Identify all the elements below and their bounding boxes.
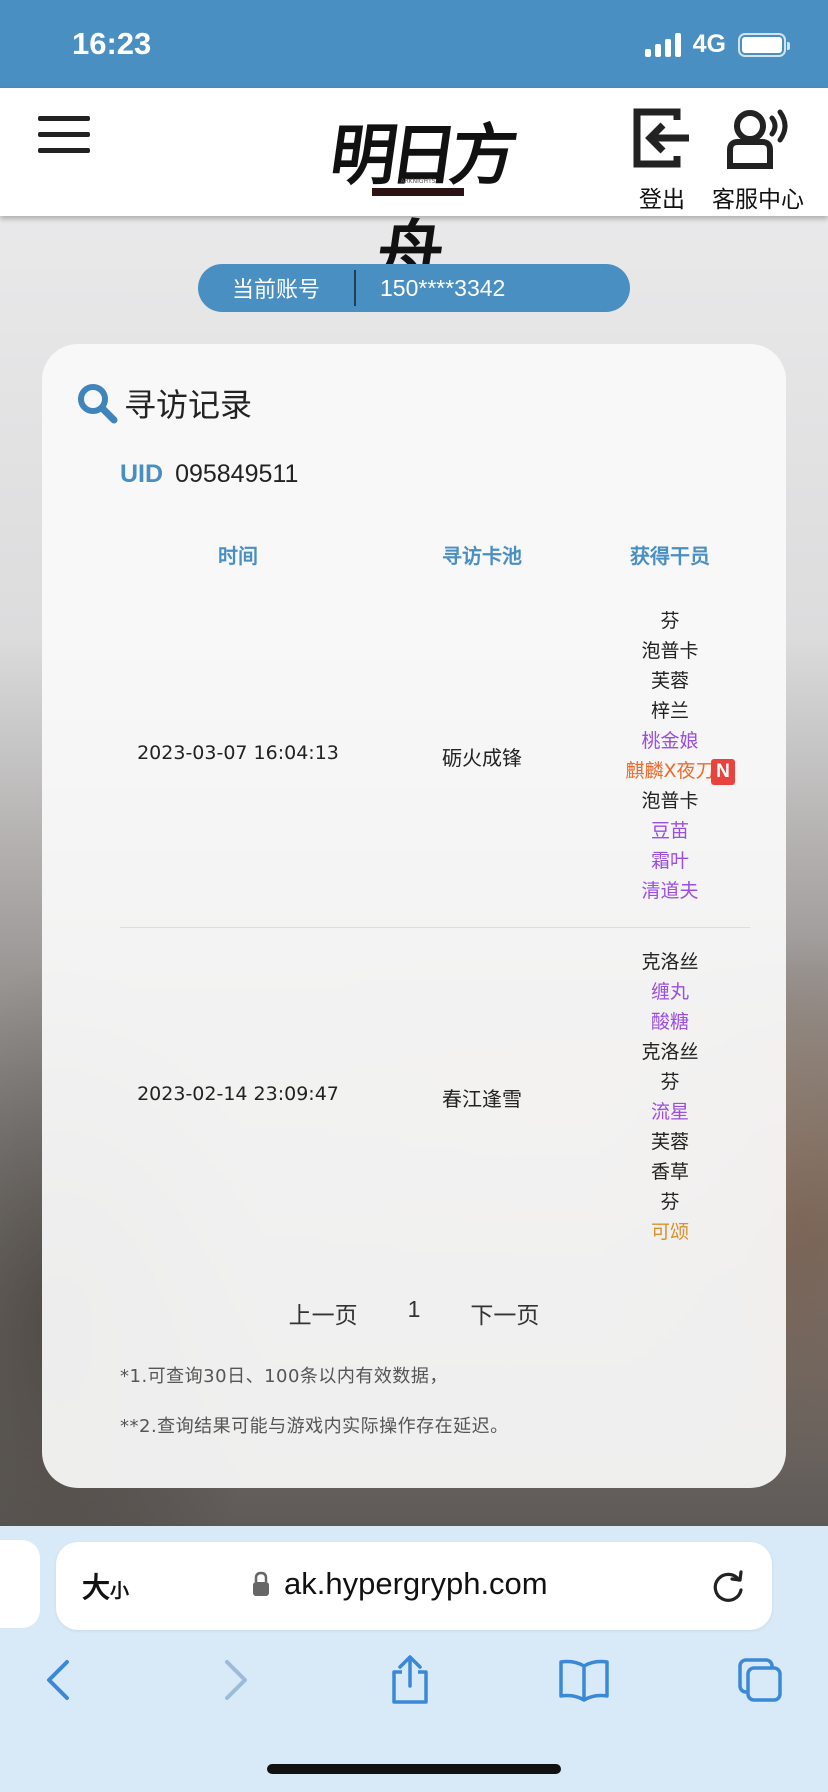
- operator-name: 缠丸: [650, 981, 689, 1003]
- share-icon: [392, 1655, 428, 1704]
- operator-name: 豆苗: [650, 820, 689, 842]
- new-badge: N: [711, 759, 735, 785]
- operator-name: 香草: [650, 1161, 689, 1183]
- pagination: 上一页 1 下一页: [42, 1296, 786, 1330]
- column-header-pool: 寻访卡池: [442, 544, 522, 568]
- operator-name: 泡普卡: [641, 790, 699, 812]
- address-bar[interactable]: 大小 ak.hypergryph.com: [56, 1542, 772, 1630]
- bookmarks-button[interactable]: [554, 1650, 614, 1710]
- uid-label: UID: [120, 460, 164, 488]
- record-operators: 芬 泡普卡 芙蓉 梓兰 桃金娘 麒麟X夜刀 N 泡普卡 豆苗 霜叶 清道夫: [570, 606, 770, 906]
- operator-name: 克洛丝: [641, 951, 699, 973]
- reload-icon[interactable]: [708, 1566, 748, 1606]
- network-type: 4G: [692, 30, 726, 58]
- menu-icon[interactable]: [38, 114, 90, 154]
- operator-name: 克洛丝: [641, 1041, 699, 1063]
- record-row: 2023-02-14 23:09:47 春江逢雪 克洛丝 缠丸 酸糖 克洛丝 芬…: [120, 947, 750, 1247]
- operator-name: 流星: [650, 1101, 689, 1123]
- customer-service-label: 客服中心: [712, 187, 804, 213]
- operator-name: 泡普卡: [641, 640, 699, 662]
- lock-icon: [253, 1571, 269, 1596]
- status-indicators: 4G: [644, 30, 790, 59]
- url-text: ak.hypergryph.com: [284, 1566, 548, 1601]
- card-title: 寻访记录: [76, 380, 252, 426]
- column-header-operators: 获得干员: [630, 544, 710, 568]
- browser-bottom-bar: 大小 ak.hypergryph.com: [0, 1526, 828, 1792]
- tabs-icon: [738, 1658, 782, 1702]
- note-line: **2.查询结果可能与游戏内实际操作存在延迟。: [120, 1416, 509, 1437]
- chevron-right-icon: [225, 1660, 247, 1700]
- card-title-text: 寻访记录: [124, 386, 253, 424]
- operator-name: 芙蓉: [650, 1131, 689, 1153]
- book-icon: [559, 1659, 609, 1702]
- tabs-button[interactable]: [730, 1650, 790, 1710]
- operator-name: 芬: [660, 610, 680, 632]
- operator-name: 清道夫: [641, 880, 699, 902]
- operator-name: 芬: [660, 1071, 680, 1093]
- operator-name: 麒麟X夜刀: [625, 760, 715, 782]
- account-label: 当前账号: [231, 278, 320, 303]
- text-size-big: 大: [82, 1572, 111, 1603]
- record-pool: 春江逢雪: [442, 1087, 522, 1111]
- operator-name: 可颂: [650, 1221, 689, 1243]
- operator-name: 酸糖: [650, 1011, 689, 1033]
- operator-name: 桃金娘: [641, 730, 699, 752]
- operator-name: 梓兰: [650, 700, 689, 722]
- gacha-record-card: 寻访记录 UID 095849511 时间 寻访卡池 获得干员 2023-03-…: [42, 344, 786, 1488]
- customer-service-icon: [727, 109, 788, 169]
- back-button[interactable]: [28, 1650, 88, 1710]
- current-account-pill: 当前账号 150****3342: [198, 264, 630, 312]
- record-operators: 克洛丝 缠丸 酸糖 克洛丝 芬 流星 芙蓉 香草 芬 可颂: [570, 947, 770, 1247]
- record-time: 2023-03-07 16:04:13: [137, 742, 339, 764]
- battery-icon: [738, 32, 790, 57]
- row-divider: [120, 927, 750, 928]
- logout-button[interactable]: 登出: [628, 106, 696, 214]
- logout-label: 登出: [639, 187, 685, 213]
- operator-name: 芙蓉: [650, 670, 689, 692]
- account-value: 150****3342: [380, 274, 506, 301]
- status-bar: 16:23 4G: [0, 0, 828, 88]
- arknights-logo[interactable]: 明日方舟 ARKNIGHTS: [310, 98, 520, 290]
- logout-icon: [633, 108, 689, 168]
- site-header: 明日方舟 ARKNIGHTS 登出 客服中心: [0, 88, 828, 290]
- url-display[interactable]: ak.hypergryph.com: [252, 1566, 548, 1602]
- chevron-left-icon: [47, 1660, 69, 1700]
- logo-subtext: ARKNIGHTS: [400, 178, 436, 185]
- search-icon: [78, 384, 118, 424]
- uid-value: 095849511: [175, 460, 299, 488]
- record-pool: 砺火成锋: [442, 746, 522, 770]
- prev-page-button[interactable]: 上一页: [289, 1296, 358, 1330]
- status-time: 16:23: [72, 26, 152, 61]
- next-page-button[interactable]: 下一页: [470, 1296, 539, 1330]
- record-row: 2023-03-07 16:04:13 砺火成锋 芬 泡普卡 芙蓉 梓兰 桃金娘…: [120, 606, 750, 906]
- current-page: 1: [407, 1296, 421, 1322]
- forward-button[interactable]: [206, 1650, 266, 1710]
- note-line: *1.可查询30日、100条以内有效数据，: [120, 1366, 448, 1387]
- customer-service-button[interactable]: 客服中心: [708, 106, 808, 214]
- logo-bar: [372, 188, 464, 196]
- share-button[interactable]: [380, 1650, 440, 1710]
- text-size-small: 小: [110, 1581, 130, 1602]
- uid-row: UID 095849511: [120, 460, 298, 489]
- operator-name: 霜叶: [650, 850, 689, 872]
- text-size-button[interactable]: 大小: [82, 1566, 129, 1606]
- operator-six-star: 麒麟X夜刀 N: [570, 756, 770, 786]
- operator-name: 芬: [660, 1191, 680, 1213]
- record-time: 2023-02-14 23:09:47: [137, 1083, 339, 1105]
- home-indicator: [267, 1764, 561, 1774]
- signal-icon: [644, 32, 681, 57]
- column-header-time: 时间: [218, 544, 258, 568]
- previous-tab-preview[interactable]: [0, 1540, 40, 1628]
